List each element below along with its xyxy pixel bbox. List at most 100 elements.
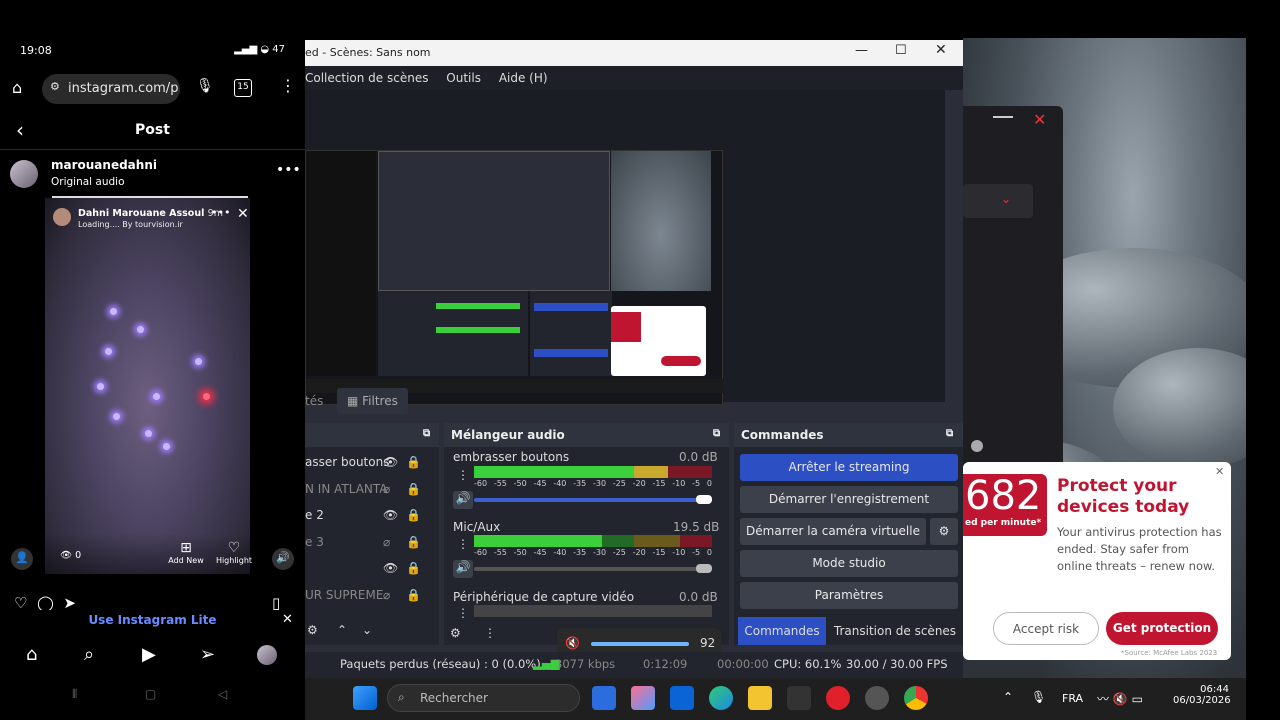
filters-button[interactable]: ▦ Filtres bbox=[337, 388, 408, 414]
eye-icon[interactable]: 👁 bbox=[383, 508, 398, 522]
taskbar-search[interactable]: ⌕ Rechercher bbox=[387, 684, 580, 712]
more-menu-icon[interactable]: ⋮ bbox=[280, 76, 296, 95]
maximize-icon[interactable]: ☐ bbox=[895, 43, 907, 58]
home-icon[interactable]: ⌂ bbox=[12, 78, 22, 97]
edge-icon[interactable] bbox=[709, 686, 733, 710]
copilot-icon[interactable] bbox=[631, 686, 655, 710]
file-explorer-icon[interactable] bbox=[748, 686, 772, 710]
mute-icon[interactable]: 🔊 bbox=[453, 560, 473, 578]
volume-slider[interactable] bbox=[474, 495, 712, 504]
settings-button[interactable]: Paramètres bbox=[740, 582, 958, 609]
use-lite-link[interactable]: Use Instagram Lite bbox=[0, 610, 305, 627]
more-options-icon[interactable]: ••• bbox=[276, 162, 301, 178]
stop-streaming-button[interactable]: Arrêter le streaming bbox=[740, 454, 958, 481]
opera-icon[interactable] bbox=[826, 686, 850, 710]
story-close-icon[interactable]: ✕ bbox=[237, 206, 249, 222]
microphone-icon[interactable]: 🎙 bbox=[196, 78, 214, 94]
app-icon[interactable] bbox=[592, 686, 616, 710]
system-volume-slider[interactable] bbox=[591, 642, 689, 646]
eye-hidden-icon[interactable]: ⌀ bbox=[383, 535, 390, 549]
channel-menu-icon[interactable]: ⋮ bbox=[457, 468, 469, 482]
menu-scene-collection[interactable]: Collection de scènes bbox=[305, 71, 428, 85]
tray-chevron-icon[interactable]: ⌃ bbox=[1003, 690, 1013, 704]
back-icon[interactable]: ◁ bbox=[218, 687, 227, 701]
eye-icon[interactable]: 👁 bbox=[383, 455, 398, 469]
channel-menu-icon[interactable]: ⋮ bbox=[457, 606, 469, 620]
slider-knob[interactable] bbox=[971, 440, 983, 452]
taskbar-clock[interactable]: 06:44 06/03/2026 bbox=[1173, 684, 1231, 706]
tray-icons[interactable]: 〰 🔇 ▭ bbox=[1097, 690, 1143, 707]
dock-float-icon[interactable]: ⧉ bbox=[423, 428, 430, 439]
lock-icon[interactable]: 🔒 bbox=[406, 535, 421, 549]
profile-icon[interactable]: 👤 bbox=[11, 548, 33, 570]
eye-hidden-icon[interactable]: ⌀ bbox=[383, 588, 390, 602]
source-item[interactable]: e 2 👁 🔒 bbox=[305, 508, 435, 535]
post-username[interactable]: marouanedahni bbox=[51, 158, 157, 172]
nav-profile-icon[interactable] bbox=[257, 645, 277, 665]
close-window-icon[interactable]: ✕ bbox=[935, 42, 947, 58]
tray-mic-icon[interactable]: 🎙 bbox=[1031, 690, 1046, 704]
nav-messages-icon[interactable]: ➢ bbox=[200, 644, 215, 665]
audio-app-icon[interactable] bbox=[787, 686, 811, 710]
language-indicator[interactable]: FRA bbox=[1062, 692, 1083, 705]
chevron-down-icon[interactable]: ⌄ bbox=[1001, 192, 1011, 206]
obs-taskbar-icon[interactable] bbox=[865, 686, 889, 710]
menu-help[interactable]: Aide (H) bbox=[499, 71, 548, 85]
get-protection-button[interactable]: Get protection bbox=[1106, 612, 1218, 645]
volume-slider[interactable] bbox=[474, 564, 712, 573]
start-icon[interactable] bbox=[353, 686, 377, 710]
source-item[interactable]: asser boutons 👁 🔒 bbox=[305, 455, 435, 482]
studio-mode-button[interactable]: Mode studio bbox=[740, 550, 958, 577]
accept-risk-button[interactable]: Accept risk bbox=[993, 612, 1099, 645]
eye-icon[interactable]: 👁 bbox=[383, 561, 398, 575]
source-settings-icon[interactable]: ⚙ bbox=[307, 623, 318, 637]
obs-preview[interactable] bbox=[305, 90, 945, 405]
post-audio[interactable]: Original audio bbox=[51, 176, 125, 188]
nav-reels-icon[interactable]: ▶ bbox=[142, 644, 156, 665]
home-button-icon[interactable]: ▢ bbox=[145, 687, 156, 701]
dock-float-icon[interactable]: ⧉ bbox=[713, 428, 720, 439]
move-down-icon[interactable]: ⌄ bbox=[362, 623, 372, 637]
mixer-menu-icon[interactable]: ⋮ bbox=[484, 626, 496, 640]
nav-search-icon[interactable]: ⌕ bbox=[84, 644, 94, 665]
sound-icon[interactable]: 🔊 bbox=[272, 548, 294, 570]
lock-icon[interactable]: 🔒 bbox=[406, 588, 421, 602]
add-new-button[interactable]: ⊞ Add New bbox=[168, 540, 204, 565]
tab-scene-transitions[interactable]: Transition de scènes bbox=[830, 617, 960, 645]
outlook-icon[interactable] bbox=[670, 686, 694, 710]
close-icon[interactable]: ✕ bbox=[1033, 110, 1046, 129]
source-item[interactable]: N IN ATLANTA ⌀ 🔒 bbox=[305, 482, 435, 509]
mixer-settings-icon[interactable]: ⚙ bbox=[450, 626, 461, 640]
dock-float-icon[interactable]: ⧉ bbox=[946, 428, 953, 439]
lock-icon[interactable]: 🔒 bbox=[406, 482, 421, 496]
lock-icon[interactable]: 🔒 bbox=[406, 561, 421, 575]
lock-icon[interactable]: 🔒 bbox=[406, 455, 421, 469]
minimize-icon[interactable]: — bbox=[855, 43, 868, 58]
avatar[interactable] bbox=[10, 160, 38, 188]
url-field[interactable]: ⚙ instagram.com/p. bbox=[42, 74, 180, 104]
virtual-camera-settings-icon[interactable]: ⚙ bbox=[930, 518, 958, 545]
properties-tab[interactable]: tés bbox=[305, 394, 323, 408]
nav-home-icon[interactable]: ⌂ bbox=[26, 644, 37, 665]
source-item[interactable]: 👁 🔒 bbox=[305, 561, 435, 588]
tab-count[interactable]: 15 bbox=[234, 79, 252, 97]
start-recording-button[interactable]: Démarrer l'enregistrement bbox=[740, 486, 958, 513]
menu-tools[interactable]: Outils bbox=[446, 71, 481, 85]
banner-close-icon[interactable]: ✕ bbox=[282, 612, 293, 627]
start-virtual-camera-button[interactable]: Démarrer la caméra virtuelle bbox=[740, 518, 926, 545]
story-video[interactable]: Dahni Marouane Assoul 9m Loading.... By … bbox=[45, 198, 250, 574]
channel-menu-icon[interactable]: ⋮ bbox=[457, 537, 469, 551]
mute-icon[interactable]: 🔊 bbox=[453, 491, 473, 509]
chrome-icon[interactable] bbox=[904, 686, 928, 710]
tab-commands[interactable]: Commandes bbox=[738, 617, 826, 645]
recents-icon[interactable]: ⦀ bbox=[72, 687, 77, 702]
speaker-muted-icon[interactable]: 🔇 bbox=[565, 636, 580, 650]
source-item[interactable]: e 3 ⌀ 🔒 bbox=[305, 535, 435, 562]
site-settings-icon[interactable]: ⚙ bbox=[50, 80, 60, 93]
eye-hidden-icon[interactable]: ⌀ bbox=[383, 482, 390, 496]
story-more-icon[interactable]: ••• bbox=[211, 206, 230, 219]
lock-icon[interactable]: 🔒 bbox=[406, 508, 421, 522]
source-item[interactable]: UR SUPREME ⌀ 🔒 bbox=[305, 588, 435, 615]
move-up-icon[interactable]: ⌃ bbox=[337, 623, 347, 637]
highlight-button[interactable]: ♡ Highlight bbox=[213, 540, 255, 565]
